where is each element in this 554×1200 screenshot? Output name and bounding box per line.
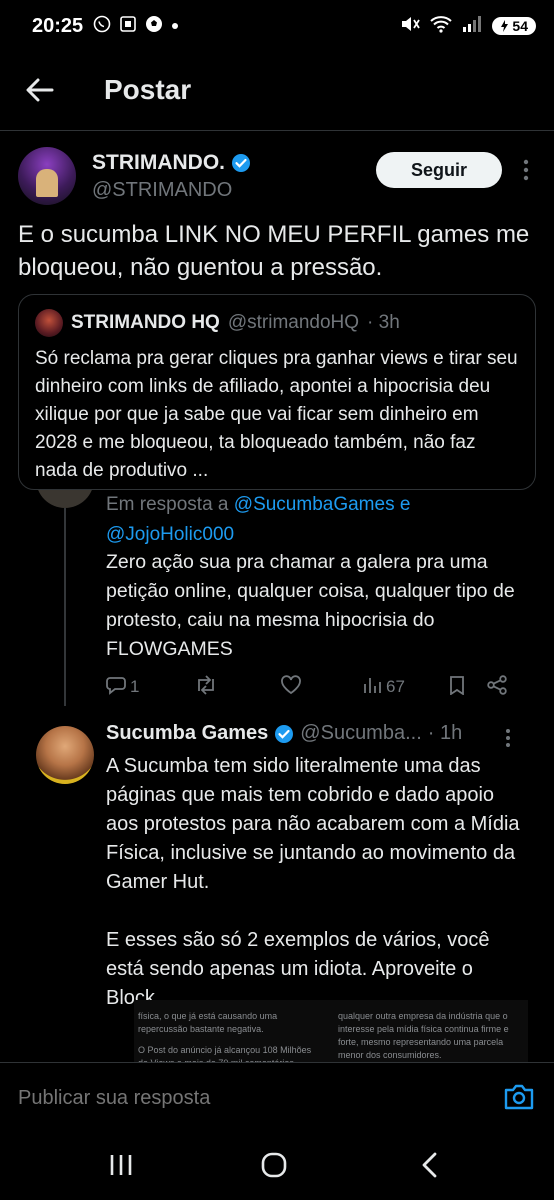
author-name[interactable]: STRIMANDO. bbox=[92, 151, 225, 175]
sucumba-attached-images: física, o que já está causando uma reper… bbox=[134, 1000, 528, 1062]
quote-author-handle: @strimandoHQ bbox=[227, 312, 360, 333]
image-right-text-1: qualquer outra empresa da indústria que … bbox=[338, 1011, 509, 1060]
sucumba-header: Sucumba Games @Sucumba... · 1h bbox=[106, 722, 516, 745]
quoted-tweet-card[interactable]: STRIMANDO HQ @strimandoHQ · 3h Só reclam… bbox=[18, 294, 536, 490]
status-bar: 20:25 54 bbox=[0, 0, 554, 52]
signal-icon bbox=[462, 15, 482, 38]
sucumba-verified-icon bbox=[274, 724, 294, 744]
reply-and: e bbox=[399, 494, 411, 515]
top-app-bar: Postar bbox=[0, 60, 554, 120]
share-icon bbox=[486, 674, 508, 700]
header-divider bbox=[0, 130, 554, 131]
status-time: 20:25 bbox=[32, 14, 84, 37]
quote-text: Só reclama pra gerar cliques pra ganhar … bbox=[35, 348, 518, 481]
avatar[interactable] bbox=[18, 147, 76, 205]
reply-icon bbox=[106, 675, 126, 700]
reply-to-label: Em resposta a @SucumbaGames e @JojoHolic… bbox=[106, 490, 526, 550]
sucumba-name: Sucumba Games bbox=[106, 722, 269, 744]
follow-button[interactable]: Seguir bbox=[376, 152, 502, 188]
retweet-action bbox=[194, 674, 218, 700]
home-icon[interactable] bbox=[259, 1150, 289, 1180]
reply-mention-2: @JojoHolic000 bbox=[106, 524, 235, 545]
more-options-icon[interactable] bbox=[514, 158, 538, 182]
reply-text: Zero ação sua pra chamar a galera pra um… bbox=[106, 551, 515, 660]
views-count: 67 bbox=[386, 677, 405, 696]
heart-icon bbox=[280, 674, 302, 700]
thread-line bbox=[64, 508, 66, 706]
back-arrow-icon[interactable] bbox=[24, 74, 56, 106]
reply-composer bbox=[0, 1072, 554, 1124]
author-handle[interactable]: @STRIMANDO bbox=[92, 179, 251, 202]
sucumba-time: · 1h bbox=[427, 722, 463, 744]
wifi-icon bbox=[430, 15, 453, 38]
system-nav-bar bbox=[0, 1130, 554, 1200]
page-title: Postar bbox=[104, 74, 192, 105]
thread-avatar-partial bbox=[36, 490, 94, 508]
verified-badge-icon bbox=[231, 153, 251, 173]
reply-prefix: Em resposta a bbox=[106, 494, 229, 515]
reply-action: 1 bbox=[106, 675, 139, 700]
tweet-text: E o sucumba LINK NO MEU PERFIL games me … bbox=[18, 221, 530, 281]
whatsapp-icon bbox=[93, 15, 111, 38]
share-action bbox=[486, 674, 508, 700]
mute-icon bbox=[400, 15, 421, 38]
reply-count: 1 bbox=[130, 677, 140, 696]
reply-mention-1: @SucumbaGames bbox=[233, 494, 395, 515]
quote-avatar bbox=[35, 309, 63, 337]
quote-author-name: STRIMANDO HQ bbox=[71, 312, 220, 333]
image-left-text-2: O Post do anúncio já alcançou 108 Milhõe… bbox=[138, 1045, 312, 1062]
composer-divider bbox=[0, 1062, 554, 1063]
sucumba-text: A Sucumba tem sido literalmente uma das … bbox=[106, 752, 526, 1042]
bookmark-icon bbox=[448, 675, 466, 700]
battery-level: 54 bbox=[512, 18, 528, 34]
battery-icon: 54 bbox=[492, 17, 536, 35]
views-chart-icon bbox=[362, 675, 382, 700]
quote-time: · 3h bbox=[367, 312, 400, 333]
camera-icon[interactable] bbox=[502, 1080, 536, 1114]
retweet-icon bbox=[194, 674, 218, 700]
author-name-row[interactable]: STRIMANDO. bbox=[92, 151, 251, 175]
views-action: 67 bbox=[362, 675, 405, 700]
dot-icon bbox=[171, 17, 179, 35]
tweet-actions: 1 67 bbox=[106, 672, 518, 702]
sucumba-more-icon bbox=[496, 726, 520, 750]
image-left-text-1: física, o que já está causando uma reper… bbox=[138, 1011, 278, 1034]
back-nav-icon[interactable] bbox=[415, 1150, 445, 1180]
soccer-ball-icon bbox=[145, 15, 163, 38]
screenshot-icon bbox=[119, 15, 137, 38]
recent-apps-icon[interactable] bbox=[106, 1150, 136, 1180]
sucumba-avatar bbox=[36, 726, 94, 784]
sucumba-paragraph-1: A Sucumba tem sido literalmente uma das … bbox=[106, 755, 520, 893]
reply-input[interactable] bbox=[18, 1086, 478, 1110]
attached-image-thread[interactable]: Em resposta a @SucumbaGames e @JojoHolic… bbox=[0, 490, 554, 1062]
sucumba-handle: @Sucumba... bbox=[300, 722, 422, 744]
like-action bbox=[280, 674, 302, 700]
bookmark-action bbox=[448, 675, 466, 700]
